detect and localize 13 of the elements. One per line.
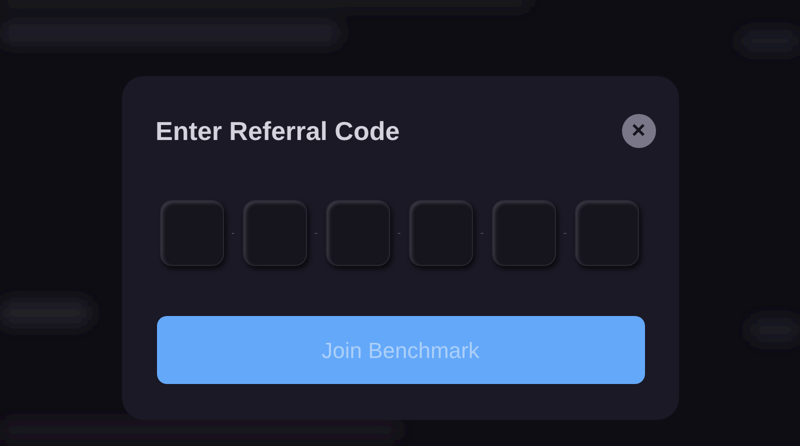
code-input-field[interactable] (408, 200, 472, 266)
code-input-field[interactable] (326, 200, 390, 266)
close-button[interactable]: × (622, 114, 656, 148)
separator: - (562, 226, 568, 240)
separator: - (313, 226, 319, 240)
code-input-field[interactable] (492, 200, 556, 266)
code-input-field[interactable] (242, 200, 306, 266)
separator: - (479, 226, 485, 240)
separator: - (396, 226, 402, 240)
dialog-title: Enter Referral Code (156, 115, 400, 148)
separator: - (230, 226, 236, 240)
code-input-field[interactable] (574, 200, 638, 266)
code-input-field[interactable] (160, 200, 224, 266)
